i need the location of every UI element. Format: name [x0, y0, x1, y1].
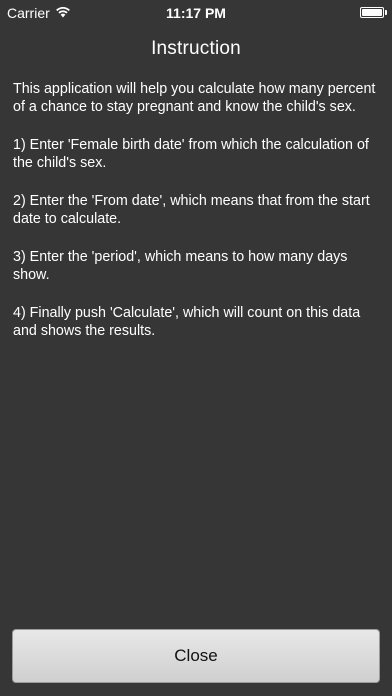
step-1-paragraph: 1) Enter 'Female birth date' from which …: [13, 137, 369, 171]
page-title: Instruction: [151, 38, 241, 59]
intro-paragraph: This application will help you calculate…: [13, 81, 376, 115]
step-3-paragraph: 3) Enter the 'period', which means to ho…: [13, 249, 348, 283]
status-time: 11:17 PM: [166, 5, 226, 21]
step-2-paragraph: 2) Enter the 'From date', which means th…: [13, 193, 370, 227]
instruction-content: This application will help you calculate…: [13, 80, 381, 360]
battery-level: [362, 9, 382, 16]
close-button[interactable]: Close: [12, 629, 380, 683]
battery-tip: [385, 10, 387, 15]
battery-icon: [360, 7, 384, 18]
status-bar: Carrier 11:17 PM: [0, 0, 392, 28]
step-4-paragraph: 4) Finally push 'Calculate', which will …: [13, 305, 361, 339]
